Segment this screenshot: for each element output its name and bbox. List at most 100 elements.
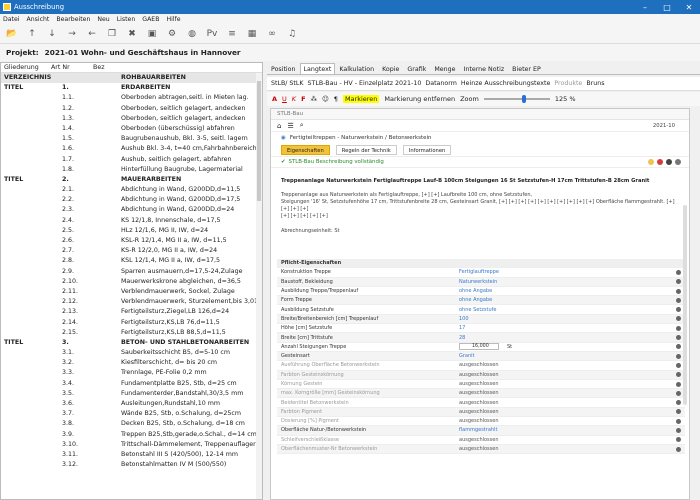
remove-icon[interactable] [676, 446, 681, 452]
markieren-button[interactable]: Markieren [342, 95, 380, 103]
list-item[interactable]: 3.9. Treppen B25,Stb,gerade,o.Schal., d=1… [1, 430, 262, 440]
list-icon[interactable]: ≡ [225, 27, 239, 41]
globe-icon[interactable]: ◍ [185, 27, 199, 41]
remove-icon[interactable] [676, 316, 681, 322]
list-item[interactable]: 2.5. HLz 12/1,6, MG II, IW, d=24 [1, 226, 262, 236]
list-item[interactable]: 3.2. Kiesfilterschicht, d= bis 20 cm [1, 358, 262, 368]
list-item[interactable]: 3.11. Betonstahl III S (420/500), 12-14 m… [1, 450, 262, 460]
menu-hilfe[interactable]: Hilfe [166, 16, 180, 23]
remove-icon[interactable] [676, 325, 681, 331]
list-item[interactable]: 1.3. Oberboden, seitlich gelagert, andeck… [1, 114, 262, 124]
remove-icon[interactable] [676, 279, 681, 285]
list-item[interactable]: 1.5. Baugrubenaushub, Bkl. 3-5, seitl. la… [1, 134, 262, 144]
close-button[interactable]: ✕ [678, 0, 700, 14]
remove-icon[interactable] [676, 372, 681, 378]
tab-interne-notiz[interactable]: Interne Notiz [460, 63, 509, 74]
remove-icon[interactable] [676, 437, 681, 443]
property-value[interactable]: ohne Setzstufe [459, 307, 496, 313]
list-item[interactable]: 2.4. KS 12/1,8, Innenschale, d=17,5 [1, 216, 262, 226]
list-item[interactable]: 2.7. KS-R 12/2,0, MG II a, IW, d=24 [1, 246, 262, 256]
property-value[interactable]: ausgeschlossen [459, 372, 499, 378]
home-icon[interactable]: ⌂ [277, 122, 281, 130]
menu-icon[interactable]: ☰ [287, 122, 293, 130]
crumb-back-icon[interactable]: ◉ [281, 135, 286, 141]
header-artnr[interactable]: Art Nr [51, 64, 70, 71]
zoom-slider[interactable] [483, 95, 550, 103]
arrow-left-icon[interactable]: ← [85, 27, 99, 41]
tab-kalkulation[interactable]: Kalkulation [335, 63, 378, 74]
list-item[interactable]: 1.7. Aushub, seitlich gelagert, abfahren [1, 155, 262, 165]
open-folder-icon[interactable]: 📂 [5, 27, 19, 41]
list-item[interactable]: 2.10. Mauerwerkskrone abgleichen, d=36,5 [1, 277, 262, 287]
delete-icon[interactable]: ✖ [125, 27, 139, 41]
remove-icon[interactable] [676, 390, 681, 396]
remove-icon[interactable] [676, 418, 681, 424]
list-item[interactable]: 1.6. Aushub Bkl. 3-4, t=40 cm,Fahrbahnber… [1, 144, 262, 154]
menu-datei[interactable]: Datei [3, 16, 20, 23]
remove-icon[interactable] [676, 269, 681, 275]
star-icon[interactable] [666, 159, 672, 165]
remove-icon[interactable] [676, 307, 681, 313]
arrow-right-icon[interactable]: → [65, 27, 79, 41]
source-bruns[interactable]: Bruns [586, 80, 604, 87]
gear-icon[interactable]: ⚙ [165, 27, 179, 41]
list-item[interactable]: 3.7. Wände B25, Stb, o.Schalung, d=25cm [1, 409, 262, 419]
property-row[interactable]: Breite [cm] Trittstufe 28 [277, 333, 685, 343]
list-item[interactable]: 2.13. Fertigteilsturz,Ziegel,LB 126,d=24 [1, 307, 262, 317]
list-item[interactable]: 2.8. KSL 12/1,4, MG II a, IW, d=17,5 [1, 256, 262, 266]
menu-ansicht[interactable]: Ansicht [27, 16, 50, 23]
paragraph-icon[interactable]: ¶ [334, 95, 338, 103]
property-value[interactable]: Granit [459, 353, 475, 359]
list-item[interactable]: 1.2. Oberboden, seitlich gelagert, andeck… [1, 104, 262, 114]
source-heinze[interactable]: Heinze Ausschreibungstexte [461, 80, 550, 87]
tab-langtext[interactable]: Langtext [299, 63, 336, 74]
list-item[interactable]: 2.3. Abdichtung in Wand, G200DD,d=24 [1, 205, 262, 215]
remove-icon[interactable] [676, 427, 681, 433]
list-item[interactable]: 1.1. Oberboden abtragen,seitl. in Mieten … [1, 93, 262, 103]
pv-icon[interactable]: Pv [205, 27, 219, 41]
menu-gaeb[interactable]: GAEB [142, 16, 159, 23]
crumb-text[interactable]: Fertigteiltreppen - Naturwerkstein / Bet… [290, 135, 432, 141]
remove-icon[interactable] [676, 353, 681, 359]
list-item[interactable]: VERZEICHNIS ROHBAUARBEITEN [1, 73, 262, 84]
property-value[interactable]: ausgeschlossen [459, 400, 499, 406]
property-value[interactable]: flammgestrahlt [459, 427, 497, 433]
header-bez[interactable]: Bez [93, 64, 105, 71]
emoji-icon[interactable]: ☺ [322, 95, 329, 103]
list-item[interactable]: 3.3. Trennlage, PE-Folie 0,2 mm [1, 368, 262, 378]
property-row[interactable]: Gesteinsart Granit [277, 351, 685, 362]
property-row[interactable]: Oberfläche Natur-/Betonwerkstein flammges… [277, 426, 685, 436]
menu-listen[interactable]: Listen [117, 16, 136, 23]
special-char-icon[interactable]: ⁂ [311, 95, 318, 103]
list-item[interactable]: 2.14. Fertigteilsturz,KS,LB 76,d=11,5 [1, 318, 262, 328]
list-item[interactable]: 1.4. Oberboden (überschüssig) abfahren [1, 124, 262, 134]
property-value[interactable]: ausgeschlossen [459, 409, 499, 415]
list-item[interactable]: TITEL 1. ERDARBEITEN [1, 83, 262, 93]
remove-icon[interactable] [676, 297, 681, 303]
source-stlb-bau[interactable]: STLB-Bau - HV - Einzelplatz 2021-10 [308, 80, 422, 87]
list-item[interactable]: 2.1. Abdichtung in Wand, G200DD,d=11,5 [1, 185, 262, 195]
property-row[interactable]: Ausbildung Setzstufe ohne Setzstufe [277, 305, 685, 315]
list-item[interactable]: 3.1. Sauberkeitsschicht B5, d=5-10 cm [1, 348, 262, 358]
list-item[interactable]: 3.8. Decken B25, Stb, o.Schalung, d=18 cm [1, 419, 262, 429]
doc-scrollbar[interactable] [683, 205, 687, 405]
property-row[interactable]: Breite/Breitenbereich [cm] Treppenlauf 10… [277, 314, 685, 325]
menu-bearbeiten[interactable]: Bearbeiten [56, 16, 90, 23]
property-row[interactable]: Baustoff, Bekleidung Naturwerkstein [277, 277, 685, 287]
list-item[interactable]: 3.4. Fundamentplatte B25, Stb, d=25 cm [1, 379, 262, 389]
property-row[interactable]: Dosierung [%] Pigment ausgeschlossen [277, 417, 685, 427]
property-row[interactable]: Anzahl Steigungen Treppe St 16,000 [277, 343, 685, 352]
property-row[interactable]: Konstruktion Treppe Fertiglauftreppe [277, 268, 685, 278]
property-value[interactable]: ausgeschlossen [459, 437, 499, 443]
italic-button[interactable]: K [292, 95, 296, 103]
tab-menge[interactable]: Menge [430, 63, 459, 74]
tab-kopie[interactable]: Kopie [378, 63, 403, 74]
search-icon[interactable]: ⌕ [300, 121, 304, 130]
tab-eigenschaften[interactable]: Eigenschaften [281, 145, 330, 155]
property-value[interactable]: ausgeschlossen [459, 446, 499, 452]
tab-bieter-ep[interactable]: Bieter EP [508, 63, 545, 74]
header-gliederung[interactable]: Gliederung [4, 64, 39, 71]
quantity-stepper[interactable]: 16,000 [459, 343, 499, 351]
font-button[interactable]: F [301, 95, 305, 103]
underline-button[interactable]: U [282, 95, 287, 103]
